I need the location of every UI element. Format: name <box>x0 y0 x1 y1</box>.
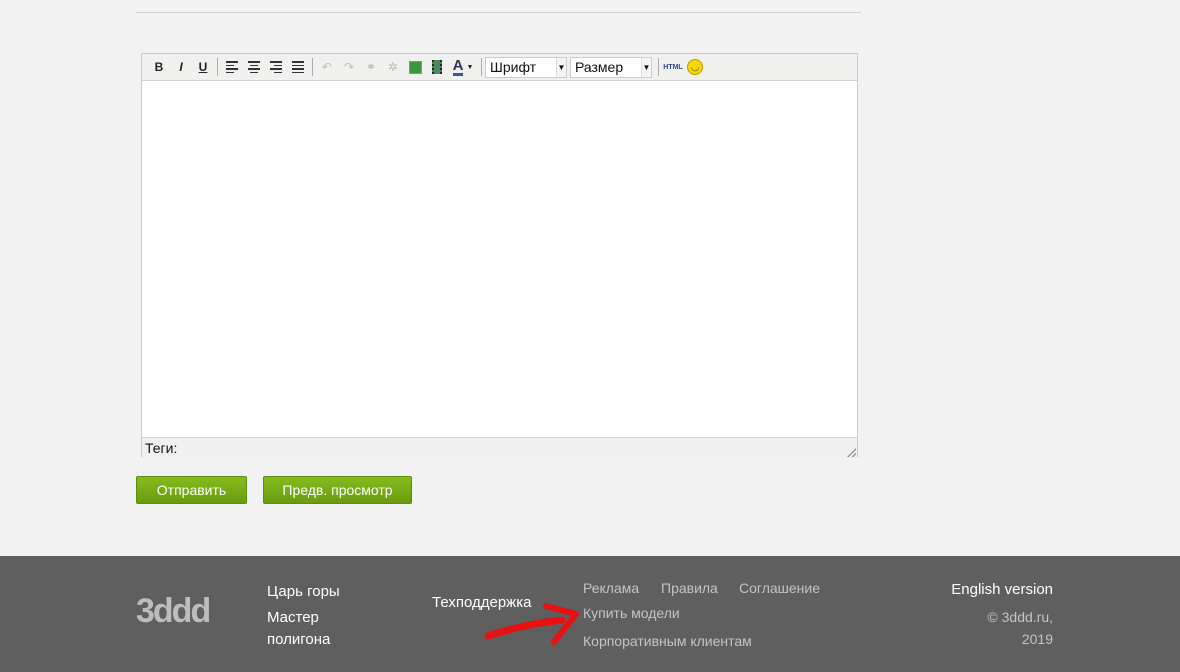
separator <box>658 58 659 76</box>
separator <box>217 58 218 76</box>
link-corporate[interactable]: Корпоративным клиентам <box>583 633 752 649</box>
text-color-icon[interactable]: A ▼ <box>448 57 478 77</box>
insert-image-icon[interactable] <box>404 57 426 77</box>
size-select-value: Размер <box>575 59 624 75</box>
rich-text-editor: B I U ↶ ↷ ⚭ ✲ A ▼ Шрифт ▼ Размер ▼ HTML ◡ Т… <box>141 53 858 458</box>
link-agreement[interactable]: Соглашение <box>739 580 820 596</box>
copyright-year: 2019 <box>1021 631 1053 647</box>
link-icon[interactable]: ⚭ <box>360 57 382 77</box>
copyright: © 3ddd.ru, <box>987 609 1053 625</box>
footer: 3ddd Царь горы Мастер полигона Техподдер… <box>0 556 1180 672</box>
align-center-button[interactable] <box>243 57 265 77</box>
tags-bar: Теги: <box>142 437 857 458</box>
logo[interactable]: 3ddd <box>136 592 211 631</box>
smiley-icon[interactable]: ◡ <box>684 57 706 77</box>
editor-toolbar: B I U ↶ ↷ ⚭ ✲ A ▼ Шрифт ▼ Размер ▼ HTML ◡ <box>142 54 857 81</box>
undo-icon[interactable]: ↶ <box>316 57 338 77</box>
link-buy-models[interactable]: Купить модели <box>583 605 680 621</box>
link-english-version[interactable]: English version <box>951 581 1053 598</box>
html-button[interactable]: HTML <box>662 57 684 77</box>
divider <box>136 12 861 13</box>
align-right-button[interactable] <box>265 57 287 77</box>
link-rules[interactable]: Правила <box>661 580 718 596</box>
preview-button[interactable]: Предв. просмотр <box>263 476 412 504</box>
italic-button[interactable]: I <box>170 57 192 77</box>
link-king-of-hill[interactable]: Царь горы <box>267 583 340 600</box>
tags-label: Теги: <box>145 440 178 456</box>
align-left-button[interactable] <box>221 57 243 77</box>
separator <box>312 58 313 76</box>
underline-button[interactable]: U <box>192 57 214 77</box>
bold-button[interactable]: B <box>148 57 170 77</box>
link-polygon-master[interactable]: Мастер полигона <box>267 607 357 651</box>
separator <box>481 58 482 76</box>
editor-text-area[interactable] <box>142 81 857 437</box>
chevron-down-icon: ▼ <box>556 57 566 77</box>
font-select-value: Шрифт <box>490 59 537 75</box>
link-ads[interactable]: Реклама <box>583 580 639 596</box>
font-select[interactable]: Шрифт ▼ <box>485 56 567 78</box>
red-arrow-annotation <box>484 603 579 645</box>
submit-button[interactable]: Отправить <box>136 476 247 504</box>
chevron-down-icon: ▼ <box>641 57 651 77</box>
size-select[interactable]: Размер ▼ <box>570 56 652 78</box>
insert-video-icon[interactable] <box>426 57 448 77</box>
resize-handle[interactable] <box>847 448 856 457</box>
unlink-icon[interactable]: ✲ <box>382 57 404 77</box>
justify-button[interactable] <box>287 57 309 77</box>
redo-icon[interactable]: ↷ <box>338 57 360 77</box>
